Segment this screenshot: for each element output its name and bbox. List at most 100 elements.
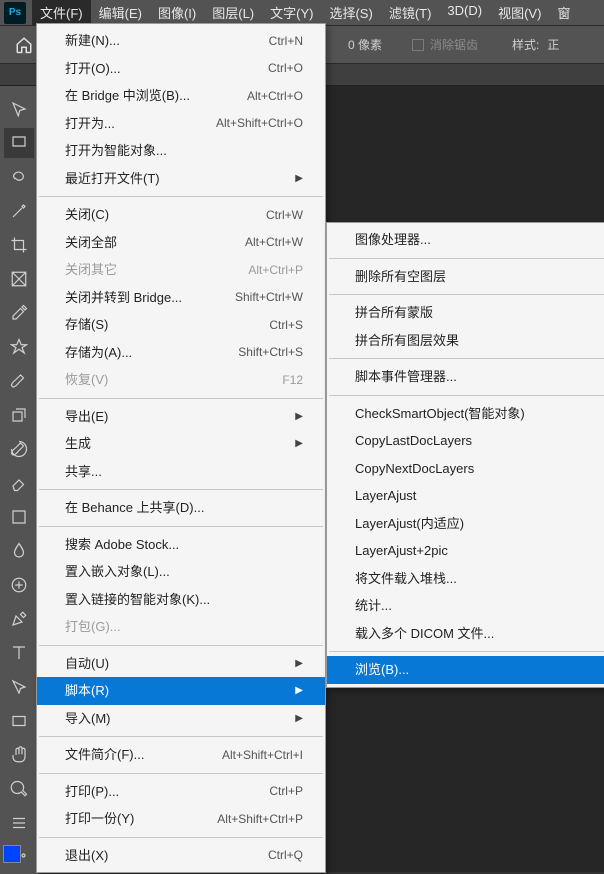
- file-menu-separator: [39, 837, 323, 838]
- file-menu-item-4[interactable]: 打开为智能对象...: [37, 137, 325, 165]
- script-submenu-item-17[interactable]: 载入多个 DICOM 文件...: [327, 620, 604, 648]
- script-submenu-item-9[interactable]: CheckSmartObject(智能对象): [327, 400, 604, 428]
- file-menu-item-12[interactable]: 存储为(A)...Shift+Ctrl+S: [37, 339, 325, 367]
- home-icon[interactable]: [10, 31, 38, 59]
- script-submenu-item-15[interactable]: 将文件载入堆栈...: [327, 565, 604, 593]
- tool-dodge[interactable]: [4, 570, 34, 600]
- tool-move[interactable]: [4, 94, 34, 124]
- file-menu-item-28[interactable]: 导入(M)▶: [37, 705, 325, 733]
- menubar-item-7[interactable]: 3D(D): [439, 0, 490, 26]
- tool-hand[interactable]: [4, 740, 34, 770]
- tool-path-select[interactable]: [4, 672, 34, 702]
- tool-lasso[interactable]: [4, 162, 34, 192]
- script-submenu-item-14[interactable]: LayerAjust+2pic: [327, 537, 604, 565]
- file-menu-item-17[interactable]: 共享...: [37, 458, 325, 486]
- file-menu-item-30[interactable]: 文件简介(F)...Alt+Shift+Ctrl+I: [37, 741, 325, 769]
- file-menu-item-23[interactable]: 置入链接的智能对象(K)...: [37, 586, 325, 614]
- submenu-arrow-icon: ▶: [295, 171, 303, 186]
- file-menu-item-shortcut: Alt+Ctrl+O: [247, 87, 303, 105]
- file-menu-item-3[interactable]: 打开为...Alt+Shift+Ctrl+O: [37, 110, 325, 138]
- file-menu-item-label: 文件简介(F)...: [65, 745, 144, 765]
- file-menu-item-shortcut: Ctrl+P: [269, 782, 303, 800]
- script-submenu-item-label: LayerAjust+2pic: [355, 541, 448, 561]
- tool-healing[interactable]: [4, 332, 34, 362]
- script-submenu-item-label: LayerAjust: [355, 486, 416, 506]
- script-submenu-item-12[interactable]: LayerAjust: [327, 482, 604, 510]
- tool-zoom[interactable]: [4, 774, 34, 804]
- file-menu-item-label: 恢复(V): [65, 370, 108, 390]
- tool-crop[interactable]: [4, 230, 34, 260]
- script-submenu-item-label: 删除所有空图层: [355, 267, 446, 287]
- file-menu-item-11[interactable]: 存储(S)Ctrl+S: [37, 311, 325, 339]
- script-submenu-item-label: 载入多个 DICOM 文件...: [355, 624, 494, 644]
- file-menu-item-32[interactable]: 打印(P)...Ctrl+P: [37, 778, 325, 806]
- tool-edit-toolbar[interactable]: [4, 808, 34, 838]
- file-menu-item-10[interactable]: 关闭并转到 Bridge...Shift+Ctrl+W: [37, 284, 325, 312]
- tool-frame[interactable]: [4, 264, 34, 294]
- file-menu-item-shortcut: Ctrl+N: [269, 32, 303, 50]
- tool-clone[interactable]: [4, 400, 34, 430]
- menubar-item-6[interactable]: 滤镜(T): [381, 0, 440, 26]
- menubar-item-9[interactable]: 窗: [549, 0, 578, 26]
- tool-pen[interactable]: [4, 604, 34, 634]
- script-submenu-item-10[interactable]: CopyLastDocLayers: [327, 427, 604, 455]
- script-submenu-item-7[interactable]: 脚本事件管理器...: [327, 363, 604, 391]
- script-submenu-item-13[interactable]: LayerAjust(内适应): [327, 510, 604, 538]
- script-submenu-separator: [329, 294, 604, 295]
- file-menu-item-1[interactable]: 打开(O)...Ctrl+O: [37, 55, 325, 83]
- antialias-label: 消除锯齿: [430, 36, 478, 53]
- tool-type[interactable]: [4, 638, 34, 668]
- file-menu-item-label: 最近打开文件(T): [65, 169, 160, 189]
- file-menu-item-8[interactable]: 关闭全部Alt+Ctrl+W: [37, 229, 325, 257]
- file-menu-item-label: 在 Behance 上共享(D)...: [65, 498, 204, 518]
- color-swatches[interactable]: [3, 839, 33, 869]
- antialias-checkbox[interactable]: [412, 39, 424, 51]
- script-submenu-item-19[interactable]: 浏览(B)...: [327, 656, 604, 684]
- tool-gradient[interactable]: [4, 502, 34, 532]
- submenu-arrow-icon: ▶: [295, 656, 303, 671]
- script-submenu-item-label: 统计...: [355, 596, 392, 616]
- script-submenu-item-11[interactable]: CopyNextDocLayers: [327, 455, 604, 483]
- menubar-item-8[interactable]: 视图(V): [490, 0, 549, 26]
- file-menu-item-shortcut: Alt+Ctrl+P: [248, 261, 303, 279]
- file-menu-item-label: 自动(U): [65, 654, 109, 674]
- file-menu-item-15[interactable]: 导出(E)▶: [37, 403, 325, 431]
- file-menu-item-label: 打印一份(Y): [65, 809, 134, 829]
- script-submenu-item-16[interactable]: 统计...: [327, 592, 604, 620]
- file-menu-item-label: 存储(S): [65, 315, 108, 335]
- tool-marquee[interactable]: [4, 128, 34, 158]
- file-menu-item-33[interactable]: 打印一份(Y)Alt+Shift+Ctrl+P: [37, 805, 325, 833]
- script-submenu-item-2[interactable]: 删除所有空图层: [327, 263, 604, 291]
- foreground-color[interactable]: [3, 845, 21, 863]
- script-submenu-item-4[interactable]: 拼合所有蒙版: [327, 299, 604, 327]
- file-menu-item-7[interactable]: 关闭(C)Ctrl+W: [37, 201, 325, 229]
- tool-blur[interactable]: [4, 536, 34, 566]
- app-logo: Ps: [4, 2, 26, 24]
- menubar-item-5[interactable]: 选择(S): [321, 0, 380, 26]
- file-menu-item-label: 导入(M): [65, 709, 111, 729]
- script-submenu-item-5[interactable]: 拼合所有图层效果: [327, 327, 604, 355]
- file-menu-item-shortcut: Shift+Ctrl+W: [235, 288, 303, 306]
- script-submenu-item-label: CopyNextDocLayers: [355, 459, 474, 479]
- tool-history-brush[interactable]: [4, 434, 34, 464]
- file-menu-item-16[interactable]: 生成▶: [37, 430, 325, 458]
- file-menu-item-19[interactable]: 在 Behance 上共享(D)...: [37, 494, 325, 522]
- script-submenu-item-0[interactable]: 图像处理器...: [327, 226, 604, 254]
- file-menu-dropdown: 新建(N)...Ctrl+N打开(O)...Ctrl+O在 Bridge 中浏览…: [36, 23, 326, 873]
- file-menu-item-5[interactable]: 最近打开文件(T) ▶: [37, 165, 325, 193]
- tool-eyedropper[interactable]: [4, 298, 34, 328]
- tool-eraser[interactable]: [4, 468, 34, 498]
- file-menu-item-35[interactable]: 退出(X)Ctrl+Q: [37, 842, 325, 870]
- toolbar: [0, 86, 38, 874]
- tool-magic-wand[interactable]: [4, 196, 34, 226]
- tool-brush[interactable]: [4, 366, 34, 396]
- tool-rectangle[interactable]: [4, 706, 34, 736]
- file-menu-item-22[interactable]: 置入嵌入对象(L)...: [37, 558, 325, 586]
- file-menu-item-26[interactable]: 自动(U) ▶: [37, 650, 325, 678]
- file-menu-item-0[interactable]: 新建(N)...Ctrl+N: [37, 27, 325, 55]
- script-submenu-item-label: 浏览(B)...: [355, 660, 409, 680]
- file-menu-item-21[interactable]: 搜索 Adobe Stock...: [37, 531, 325, 559]
- file-menu-item-27[interactable]: 脚本(R)▶: [37, 677, 325, 705]
- file-menu-separator: [39, 773, 323, 774]
- file-menu-item-2[interactable]: 在 Bridge 中浏览(B)...Alt+Ctrl+O: [37, 82, 325, 110]
